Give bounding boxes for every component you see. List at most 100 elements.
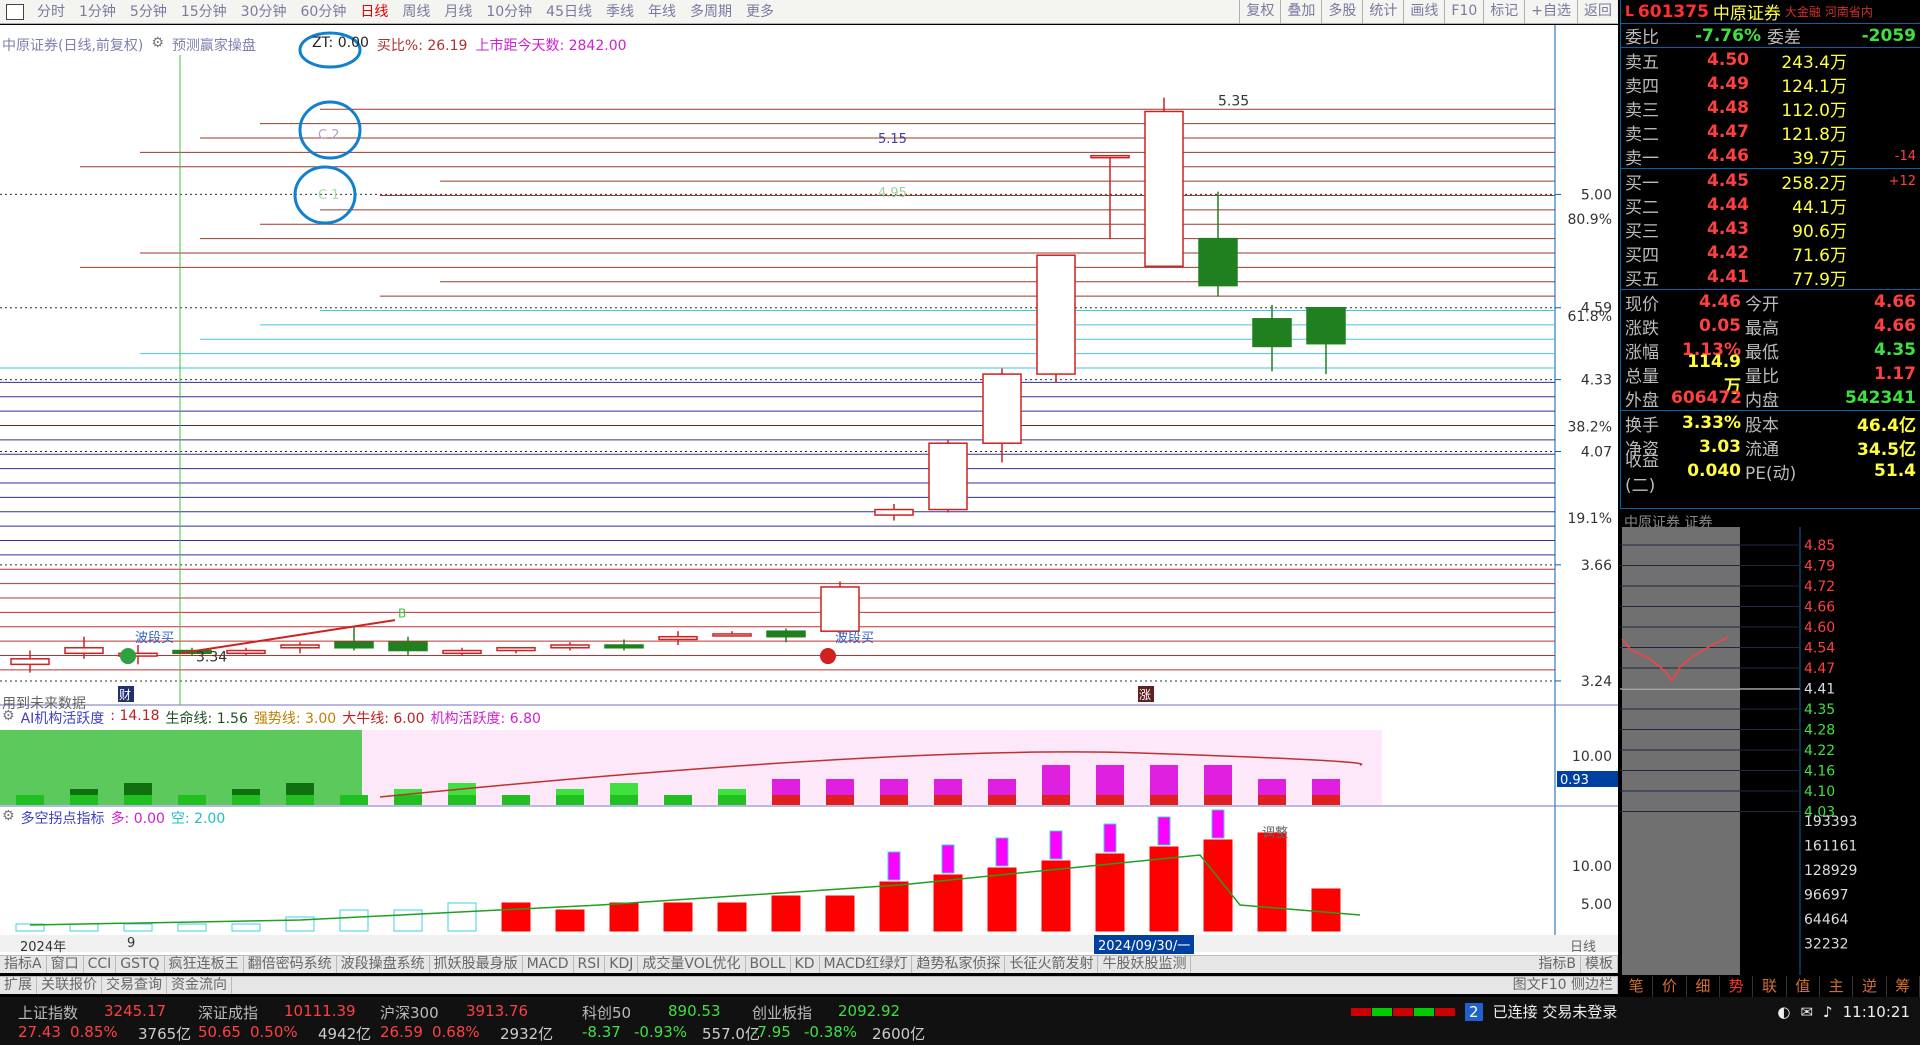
period-tab[interactable]: 季线	[599, 1, 641, 23]
mini-tab[interactable]: 联	[1753, 976, 1787, 997]
indicator-tab[interactable]: KD	[791, 956, 820, 973]
kline-chart[interactable]: 5.004.594.334.073.663.2480.9%61.8%38.2%1…	[0, 25, 1618, 935]
index-pct: 0.85%	[70, 1023, 118, 1041]
f10-sidebar-tab[interactable]: 图文F10 侧边栏	[1509, 977, 1618, 994]
period-tab[interactable]: 15分钟	[174, 1, 234, 23]
mini-tab[interactable]: 笔	[1620, 976, 1654, 997]
indicator-tab[interactable]: 趋势私家侦探	[912, 956, 1006, 973]
mini-tab[interactable]: 筹	[1887, 976, 1920, 997]
period-tab[interactable]: 分时	[30, 1, 72, 23]
indicator1-scale: 10.00	[1572, 749, 1612, 765]
extension-tab[interactable]: 资金流向	[167, 977, 232, 994]
indicator-tabs: 指标A 窗口 CCI GSTQ 疯狂连板王 翻倍密码系统 波段操盘系统 抓妖股最身版 MACD R…	[0, 955, 1618, 973]
period-tab[interactable]: 多周期	[683, 1, 739, 23]
refresh-icon[interactable]: ◐	[1777, 1003, 1790, 1021]
intraday-chart-svg[interactable]: 4.85 4.79 4.72 4.66 4.60 4.54 4.47 4.41 4.35 4.28…	[1620, 509, 1920, 975]
period-tab[interactable]: 周线	[395, 1, 437, 23]
mini-tab[interactable]: 值	[1787, 976, 1820, 997]
bids-label: 买三	[1625, 221, 1659, 242]
stat-row: 换手 3.33% 股本 46.4亿	[1621, 411, 1920, 436]
period-tab[interactable]: 10分钟	[479, 1, 539, 23]
connection-status[interactable]: 已连接 交易未登录	[1493, 1001, 1618, 1022]
gear-icon[interactable]: ⚙	[2, 708, 15, 728]
price-level-label: 4.33	[1581, 373, 1612, 389]
indicator1-name[interactable]: AI机构活跃度	[21, 708, 105, 728]
menu-icon[interactable]	[6, 3, 24, 20]
intraday-mini-chart[interactable]: 中原证券 证券 4.85 4.79 4.72 4.66 4.60 4.54 4.47 4.41…	[1620, 508, 1920, 978]
indicator-tab[interactable]: GSTQ	[116, 956, 165, 973]
period-tab[interactable]: 60分钟	[294, 1, 354, 23]
market-breadth-icon	[1351, 1007, 1456, 1016]
indicator-tab[interactable]: 牛股妖股监测	[1098, 956, 1192, 973]
period-tab[interactable]: 30分钟	[234, 1, 294, 23]
indicator1-val: : 14.18	[110, 708, 160, 724]
mini-tab[interactable]: 主	[1820, 976, 1854, 997]
b-label: B	[398, 606, 406, 620]
indicator2-bar	[177, 923, 207, 932]
extension-tab[interactable]: 关联报价	[37, 977, 102, 994]
axis-period[interactable]: 日线	[1570, 936, 1596, 955]
indicator-tab[interactable]: CCI	[84, 956, 117, 973]
gear-icon[interactable]: ⚙	[151, 35, 164, 55]
indicator-tab[interactable]: MACD红绿灯	[820, 956, 913, 973]
indicator-tab[interactable]: 窗口	[47, 956, 84, 973]
price-level-label: 4.07	[1581, 444, 1612, 460]
mini-tab[interactable]: 势	[1720, 976, 1754, 997]
indicator1-base-bar	[70, 795, 98, 805]
extension-tab[interactable]: 交易查询	[102, 977, 167, 994]
indicator-tab[interactable]: 翻倍密码系统	[244, 956, 337, 973]
indicator-tab[interactable]: 抓妖股最身版	[430, 956, 523, 973]
indicator2-bar	[1203, 839, 1233, 932]
chart-tool-button[interactable]: 标记	[1483, 0, 1524, 24]
indicator-tab[interactable]: MACD	[523, 956, 574, 973]
indicator-tab-right[interactable]: 模板	[1581, 956, 1618, 973]
period-tab[interactable]: 5分钟	[123, 1, 174, 23]
index-amount: 3765亿	[138, 1025, 192, 1043]
message-icon[interactable]: ✉	[1800, 1003, 1813, 1021]
gear-icon[interactable]: ⚙	[2, 808, 15, 828]
indicator-tab-right[interactable]: 指标B	[1534, 956, 1581, 973]
strategy-name[interactable]: 预测赢家操盘	[172, 35, 256, 55]
candle-body	[820, 586, 860, 632]
indicator-tab[interactable]: 长征火箭发射	[1005, 956, 1099, 973]
period-tab[interactable]: 更多	[739, 1, 781, 23]
mini-price-tick: 4.66	[1804, 600, 1835, 616]
index-ticker[interactable]: 创业板指 2092.92 -7.95 -0.38% 2600亿	[752, 997, 1012, 1045]
indicator-tab[interactable]: 波段操盘系统	[337, 956, 430, 973]
indicator-tab[interactable]: KDJ	[605, 956, 639, 973]
tag-2[interactable]: 河南省内	[1825, 3, 1873, 20]
indicator-tab[interactable]: 指标A	[0, 956, 47, 973]
bell-icon[interactable]: ♪	[1823, 1003, 1833, 1021]
chart-tool-button[interactable]: +自选	[1524, 0, 1577, 24]
mini-tab[interactable]: 细	[1687, 976, 1720, 997]
chart-tool-button[interactable]: 统计	[1362, 0, 1403, 24]
indicator2-name[interactable]: 多空拐点指标	[21, 808, 105, 828]
chart-tool-button[interactable]: 复权	[1239, 0, 1280, 24]
chart-tool-button[interactable]: 画线	[1403, 0, 1444, 24]
indicator1-base-bar	[988, 795, 1016, 805]
chart-tool-button[interactable]: 返回	[1577, 0, 1618, 24]
indicator-tab[interactable]: 疯狂连板王	[165, 956, 244, 973]
chart-tool-button[interactable]: 叠加	[1280, 0, 1321, 24]
period-tab[interactable]: 日线	[353, 1, 395, 23]
indicator1-base-bar	[394, 795, 422, 805]
period-tab[interactable]: 月线	[437, 1, 479, 23]
period-tab[interactable]: 45日线	[539, 1, 599, 23]
index-name: 上证指数	[18, 1004, 79, 1022]
indicator-tab[interactable]: RSI	[574, 956, 606, 973]
stat-label: 现价	[1625, 294, 1659, 315]
mini-tab[interactable]: 价	[1653, 976, 1687, 997]
indicator-tab[interactable]: 成交量VOL优化	[638, 956, 746, 973]
extension-tab[interactable]: 扩展	[0, 977, 37, 994]
mini-tab[interactable]: 逆	[1853, 976, 1887, 997]
chart-tool-button[interactable]: F10	[1444, 0, 1483, 24]
indicator-tab[interactable]: BOLL	[746, 956, 791, 973]
period-tab[interactable]: 1分钟	[72, 1, 123, 23]
tag-1[interactable]: 大金融	[1785, 3, 1821, 20]
asks-price: 4.49	[1707, 74, 1749, 94]
kline-chart-area[interactable]: 5.00 4.59 4.33 4.07 3.66 3.24 80.9% 61.8% 38.2% 1…	[0, 25, 1618, 957]
chart-tool-button[interactable]: 多股	[1321, 0, 1362, 24]
indicator2-bar	[717, 902, 747, 932]
wave-buy-label: 波段买	[835, 631, 874, 646]
period-tab[interactable]: 年线	[641, 1, 683, 23]
